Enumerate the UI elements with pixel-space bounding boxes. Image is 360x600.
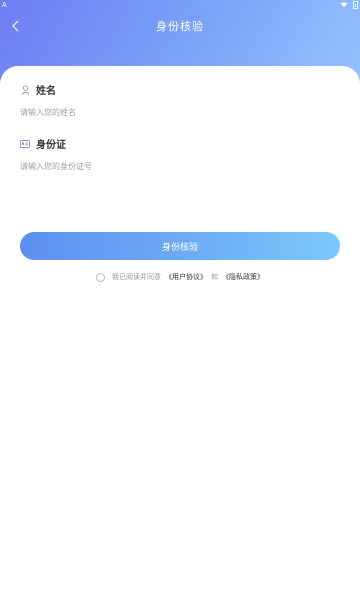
id-card-input[interactable] [20, 159, 340, 173]
agreement-and: 和 [211, 273, 218, 281]
id-card-icon [20, 139, 30, 149]
name-label: 姓名 [36, 86, 56, 97]
back-button[interactable] [6, 16, 26, 36]
user-agreement-link[interactable]: 《用户协议》 [165, 272, 207, 282]
id-card-label: 身份证 [36, 140, 66, 151]
person-icon [20, 84, 30, 95]
name-label-row: 姓名 [20, 82, 340, 97]
status-left: A [2, 1, 10, 9]
wifi-icon [340, 2, 348, 8]
app-header: 身份核验 [0, 14, 360, 38]
chevron-left-icon [12, 20, 19, 32]
status-right [340, 1, 358, 9]
form-card: 姓名 身份证 身份核验 我已阅读并同意 [0, 66, 360, 600]
privacy-policy-link[interactable]: 《隐私政策》 [222, 272, 264, 282]
battery-icon [353, 1, 358, 9]
agreement-row: 我已阅读并同意 《用户协议》 和 《隐私政策》 [0, 272, 360, 282]
status-indicator: A [2, 1, 7, 9]
verify-button[interactable]: 身份核验 [20, 232, 340, 260]
agree-radio[interactable] [96, 272, 105, 282]
page-title: 身份核验 [156, 20, 204, 33]
id-card-label-row: 身份证 [20, 136, 340, 151]
id-verification-screen: A 身份核验 姓名 请输入您的姓名 身份证 请输入您的身份证号 身份核验 我已阅… [0, 0, 360, 600]
name-field: 姓名 [20, 82, 340, 119]
name-input[interactable] [20, 105, 340, 119]
agreement-prefix: 我已阅读并同意 [112, 273, 161, 281]
status-bar: A [0, 0, 360, 10]
id-card-field: 身份证 [20, 136, 340, 173]
